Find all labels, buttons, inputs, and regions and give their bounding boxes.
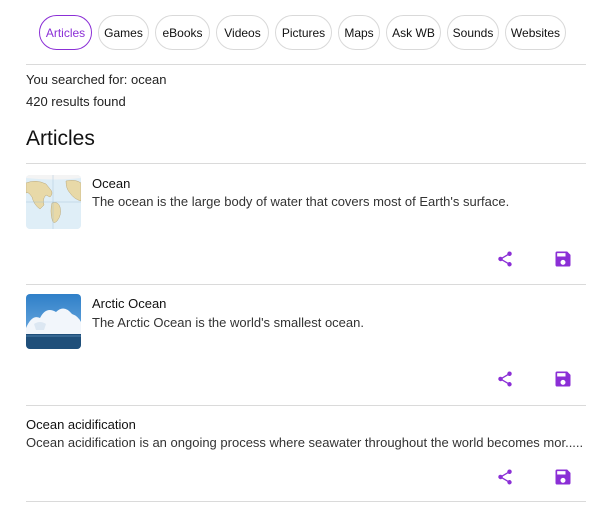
tab-ask-wb[interactable]: Ask WB	[386, 15, 441, 50]
result-description: The ocean is the large body of water tha…	[92, 194, 510, 209]
tab-pictures[interactable]: Pictures	[275, 15, 332, 50]
save-icon[interactable]	[551, 465, 575, 489]
save-icon[interactable]	[551, 367, 575, 391]
section-title: Articles	[26, 127, 95, 150]
tab-videos[interactable]: Videos	[216, 15, 269, 50]
tab-maps[interactable]: Maps	[338, 15, 380, 50]
share-icon[interactable]	[493, 367, 517, 391]
share-icon[interactable]	[493, 465, 517, 489]
arctic-ice-thumbnail[interactable]	[26, 294, 81, 349]
result-title[interactable]: Ocean	[92, 176, 130, 191]
divider	[26, 284, 586, 285]
tab-articles[interactable]: Articles	[39, 15, 92, 50]
result-count-text: 420 results found	[26, 94, 126, 109]
save-icon[interactable]	[551, 247, 575, 271]
result-description: The Arctic Ocean is the world's smallest…	[92, 315, 364, 330]
search-query-text: You searched for: ocean	[26, 72, 167, 87]
divider	[26, 163, 586, 164]
share-icon[interactable]	[493, 247, 517, 271]
tab-ebooks[interactable]: eBooks	[155, 15, 210, 50]
result-title[interactable]: Ocean acidification	[26, 417, 136, 432]
result-title[interactable]: Arctic Ocean	[92, 296, 166, 311]
divider	[26, 64, 586, 65]
divider	[26, 405, 586, 406]
category-tabs: Articles Games eBooks Videos Pictures Ma…	[39, 15, 566, 50]
tab-websites[interactable]: Websites	[505, 15, 566, 50]
tab-sounds[interactable]: Sounds	[447, 15, 499, 50]
result-description: Ocean acidification is an ongoing proces…	[26, 435, 584, 450]
divider	[26, 501, 586, 502]
world-map-thumbnail[interactable]	[26, 175, 81, 229]
tab-games[interactable]: Games	[98, 15, 149, 50]
